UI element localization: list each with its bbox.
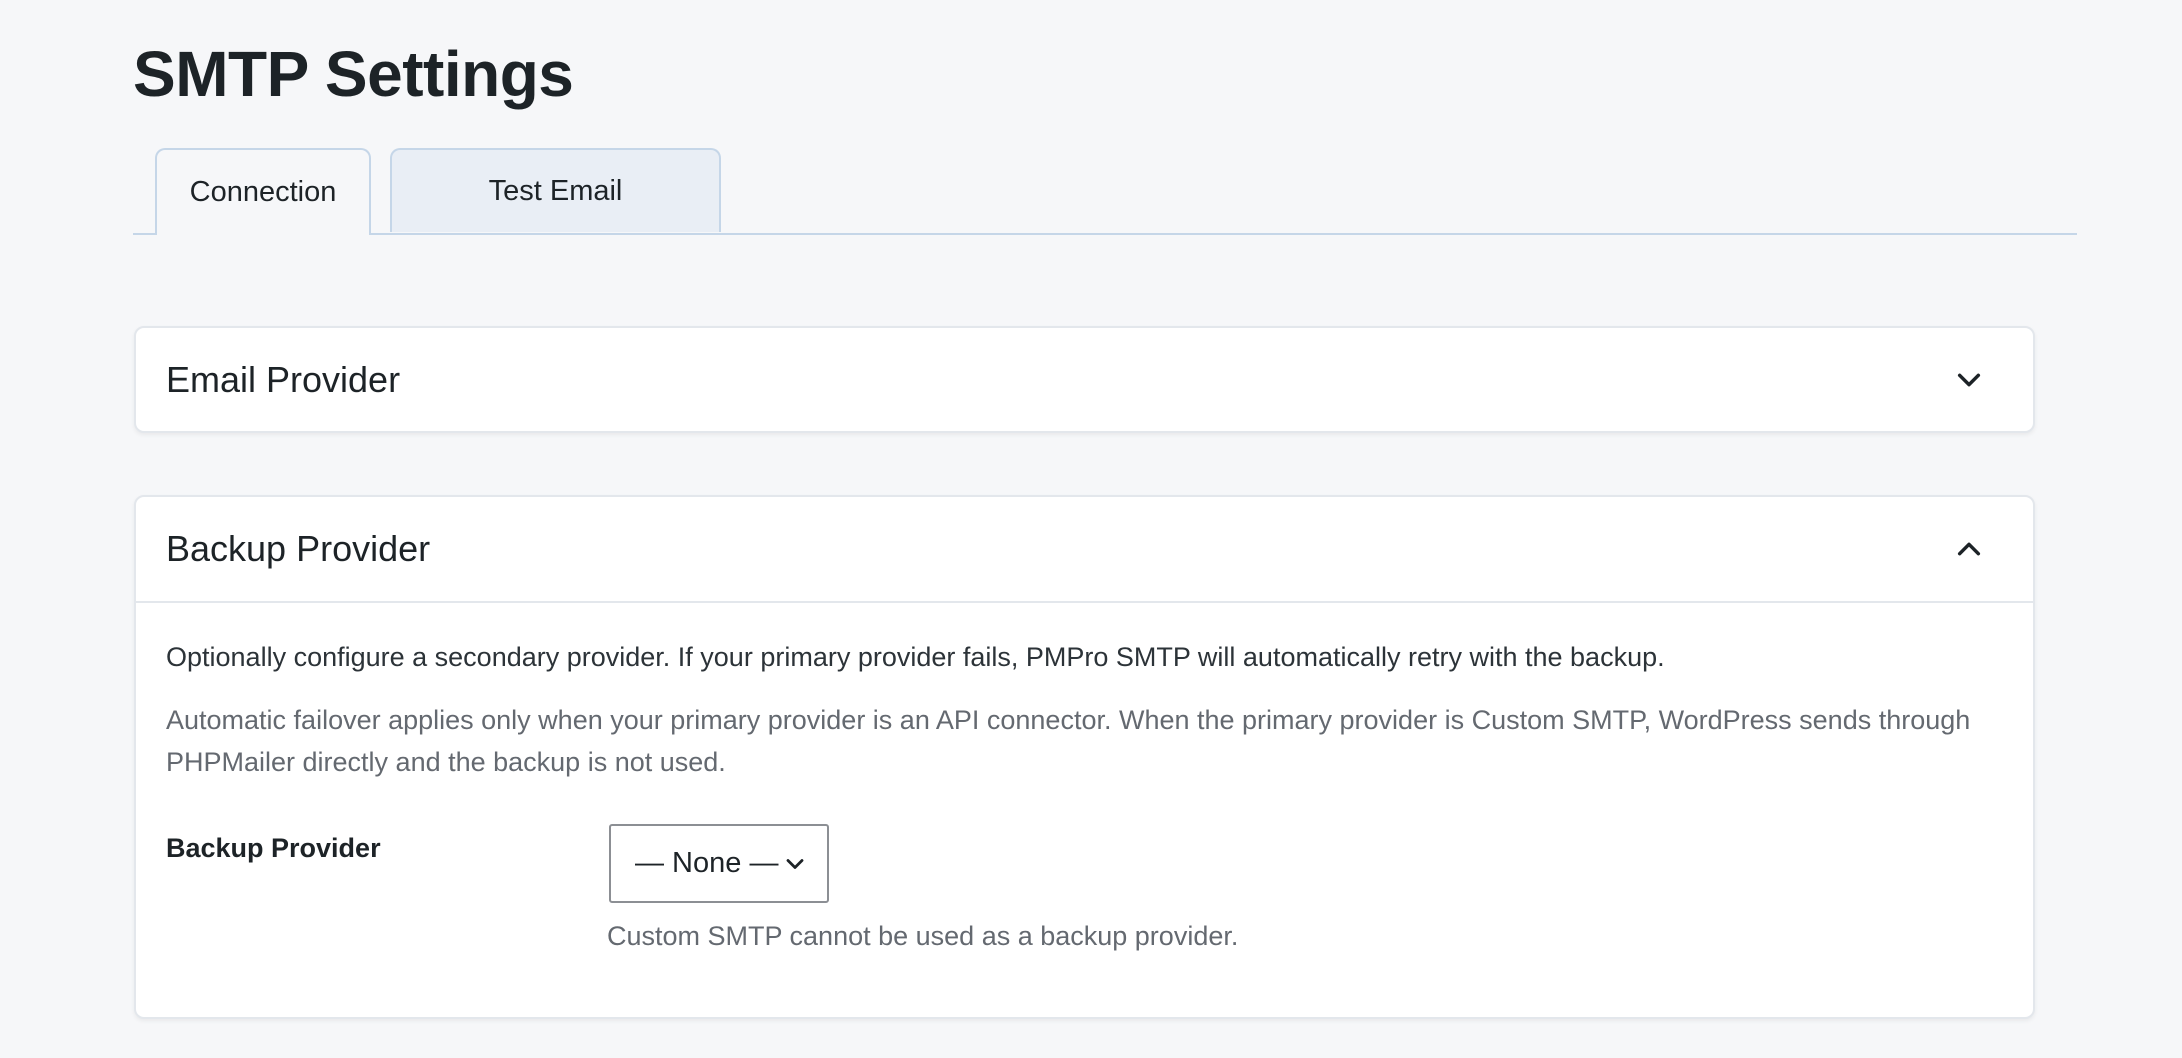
backup-provider-selected-value: — None — bbox=[635, 847, 779, 879]
backup-provider-select[interactable]: — None — bbox=[609, 824, 829, 903]
tab-test-email-label: Test Email bbox=[488, 174, 623, 207]
backup-provider-help-text: Custom SMTP cannot be used as a backup p… bbox=[607, 921, 1239, 951]
backup-provider-header[interactable]: Backup Provider bbox=[136, 497, 2033, 603]
backup-provider-description: Optionally configure a secondary provide… bbox=[166, 642, 1665, 672]
tab-connection-label: Connection bbox=[189, 176, 337, 208]
email-provider-title: Email Provider bbox=[166, 358, 401, 400]
settings-tabs: Connection Test Email bbox=[133, 148, 2077, 235]
chevron-up-icon[interactable] bbox=[1953, 533, 1985, 565]
backup-provider-field-label: Backup Provider bbox=[166, 833, 381, 863]
tab-test-email[interactable]: Test Email bbox=[390, 148, 721, 232]
page-title: SMTP Settings bbox=[133, 38, 574, 110]
backup-provider-panel: Backup Provider Optionally configure a s… bbox=[134, 495, 2035, 1019]
backup-provider-note: Automatic failover applies only when you… bbox=[166, 705, 1971, 777]
email-provider-header[interactable]: Email Provider bbox=[136, 328, 2033, 431]
tab-connection[interactable]: Connection bbox=[155, 148, 371, 235]
chevron-down-icon[interactable] bbox=[1953, 364, 1985, 396]
chevron-down-icon bbox=[783, 852, 807, 876]
backup-provider-title: Backup Provider bbox=[166, 528, 431, 569]
email-provider-panel: Email Provider bbox=[134, 326, 2035, 433]
